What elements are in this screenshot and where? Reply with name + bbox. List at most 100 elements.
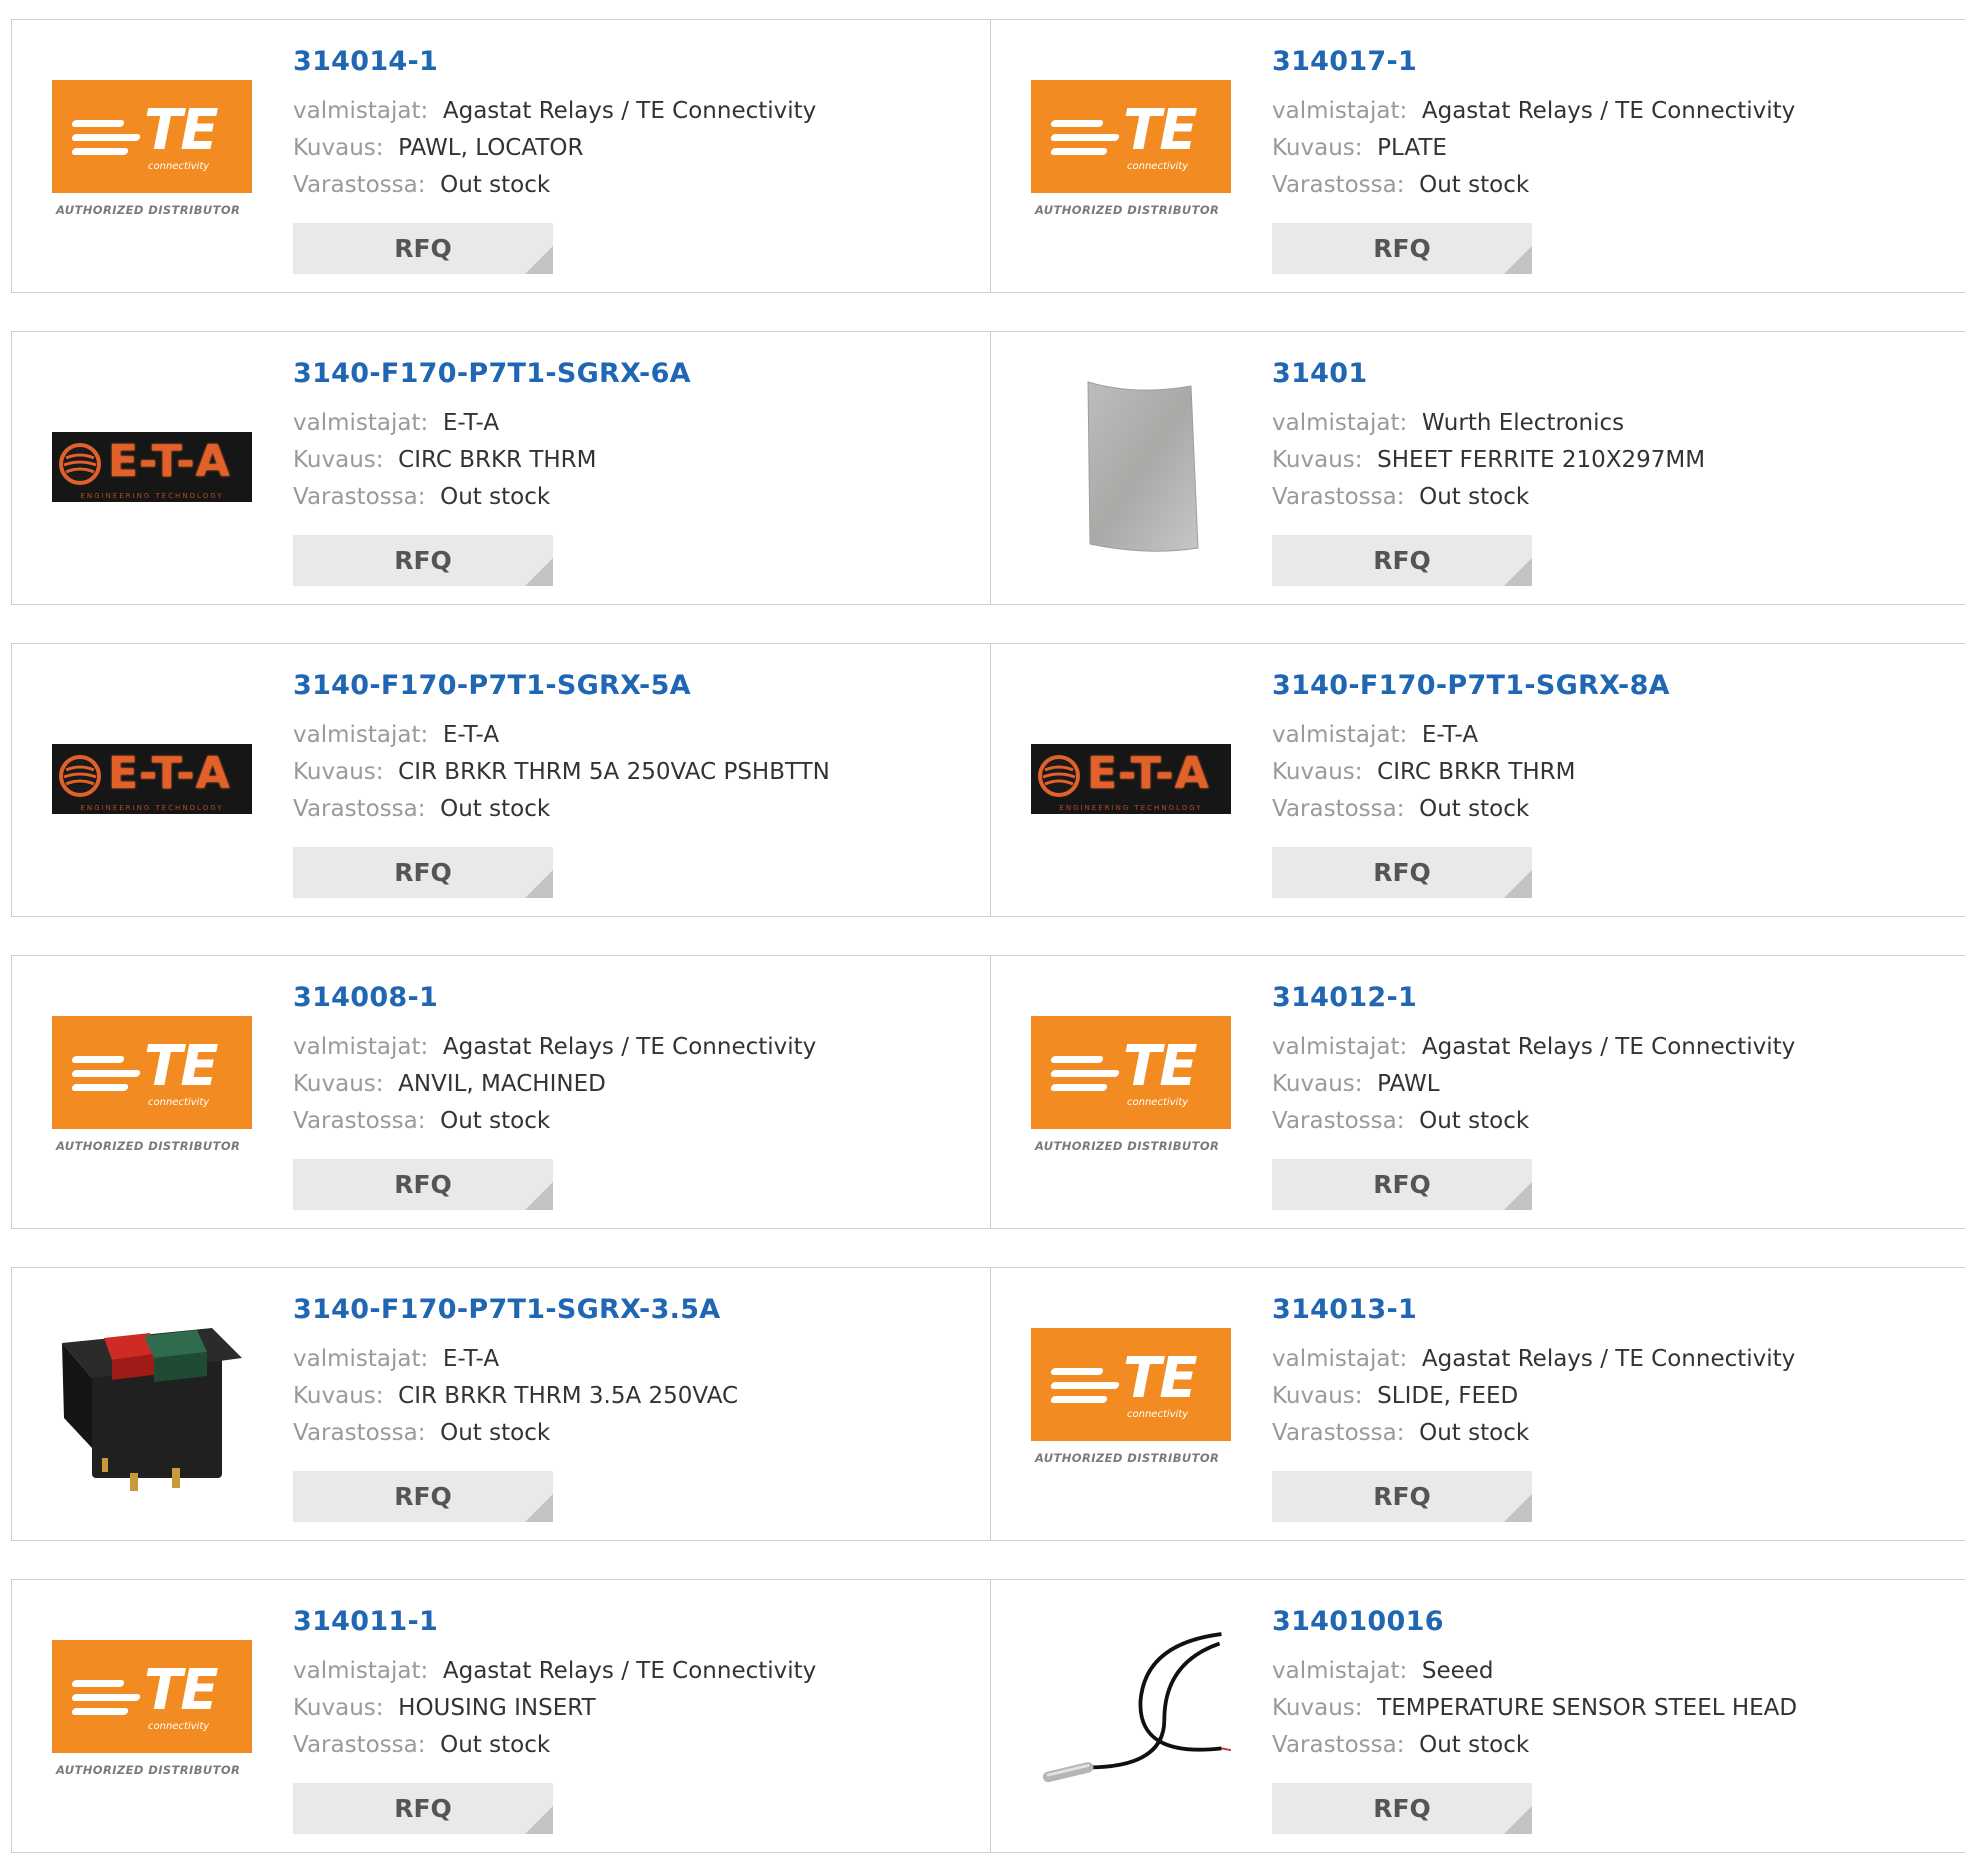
rfq-button[interactable]: RFQ xyxy=(293,535,553,586)
description-row: Kuvaus: SLIDE, FEED xyxy=(1272,1378,1959,1415)
rfq-corner-decoration xyxy=(1504,558,1532,586)
stock-row: Varastossa: Out stock xyxy=(293,791,970,828)
part-number-link[interactable]: 314011-1 xyxy=(293,1608,970,1635)
description-value: SLIDE, FEED xyxy=(1377,1383,1519,1409)
te-logo-background: TE connectivity xyxy=(52,1640,252,1753)
description-row: Kuvaus: PLATE xyxy=(1272,130,1959,167)
description-row: Kuvaus: ANVIL, MACHINED xyxy=(293,1066,970,1103)
part-number-link[interactable]: 3140-F170-P7T1-SGRX-8A xyxy=(1272,672,1959,699)
description-row: Kuvaus: CIRC BRKR THRM xyxy=(1272,754,1959,791)
rfq-corner-decoration xyxy=(525,1182,553,1210)
part-number-link[interactable]: 31401 xyxy=(1272,360,1959,387)
rfq-corner-decoration xyxy=(1504,1182,1532,1210)
part-number-link[interactable]: 314008-1 xyxy=(293,984,970,1011)
product-info: 314011-1 valmistajat: Agastat Relays / T… xyxy=(293,1608,970,1764)
te-logo-text: TE xyxy=(1123,1034,1197,1099)
part-number-link[interactable]: 314017-1 xyxy=(1272,48,1959,75)
te-bars-icon xyxy=(1050,120,1120,162)
te-bars-icon xyxy=(71,1680,141,1722)
rfq-label: RFQ xyxy=(1373,1482,1431,1511)
stock-value: Out stock xyxy=(1419,1108,1530,1134)
eta-logo-text: E-T-A xyxy=(1087,748,1210,799)
part-number-link[interactable]: 3140-F170-P7T1-SGRX-3.5A xyxy=(293,1296,970,1323)
part-number-link[interactable]: 314013-1 xyxy=(1272,1296,1959,1323)
manufacturer-value: E-T-A xyxy=(442,722,500,748)
product-image[interactable]: TE connectivity AUTHORIZED DISTRIBUTOR xyxy=(1031,80,1231,230)
rfq-button[interactable]: RFQ xyxy=(293,1783,553,1834)
stock-row: Varastossa: Out stock xyxy=(293,167,970,204)
part-number-link[interactable]: 3140-F170-P7T1-SGRX-6A xyxy=(293,360,970,387)
rfq-button[interactable]: RFQ xyxy=(1272,1471,1532,1522)
description-row: Kuvaus: CIR BRKR THRM 3.5A 250VAC xyxy=(293,1378,970,1415)
rfq-button[interactable]: RFQ xyxy=(293,223,553,274)
rfq-button[interactable]: RFQ xyxy=(1272,223,1532,274)
te-connectivity-logo: TE connectivity AUTHORIZED DISTRIBUTOR xyxy=(1031,1328,1231,1478)
authorized-distributor-text: AUTHORIZED DISTRIBUTOR xyxy=(56,203,241,217)
manufacturer-value: E-T-A xyxy=(442,410,500,436)
product-info: 314008-1 valmistajat: Agastat Relays / T… xyxy=(293,984,970,1140)
product-image[interactable]: TE connectivity AUTHORIZED DISTRIBUTOR xyxy=(1031,1016,1231,1166)
rfq-button[interactable]: RFQ xyxy=(293,847,553,898)
rfq-button[interactable]: RFQ xyxy=(293,1159,553,1210)
product-image[interactable]: E-T-A ENGINEERING TECHNOLOGY xyxy=(52,704,252,854)
te-logo-background: TE connectivity xyxy=(1031,1016,1231,1129)
description-value: PAWL xyxy=(1377,1071,1440,1097)
manufacturer-value: Wurth Electronics xyxy=(1421,410,1625,436)
rfq-button[interactable]: RFQ xyxy=(1272,847,1532,898)
eta-logo-subtext: ENGINEERING TECHNOLOGY xyxy=(1059,804,1203,812)
rfq-corner-decoration xyxy=(1504,1806,1532,1834)
rfq-button[interactable]: RFQ xyxy=(293,1471,553,1522)
manufacturer-value: Agastat Relays / TE Connectivity xyxy=(1421,98,1796,124)
te-logo-subtext: connectivity xyxy=(1127,1409,1189,1420)
product-card-314010016: 314010016 valmistajat: Seeed Kuvaus: TEM… xyxy=(990,1579,1965,1853)
product-info: 314014-1 valmistajat: Agastat Relays / T… xyxy=(293,48,970,204)
te-bars-icon xyxy=(71,120,141,162)
te-logo-subtext: connectivity xyxy=(1127,1097,1189,1108)
description-label: Kuvaus: xyxy=(1272,1695,1363,1721)
rfq-label: RFQ xyxy=(1373,1170,1431,1199)
product-info: 3140-F170-P7T1-SGRX-6A valmistajat: E-T-… xyxy=(293,360,970,516)
product-card-3140-f170-p7t1-sgrx-3-5a: 3140-F170-P7T1-SGRX-3.5A valmistajat: E-… xyxy=(11,1267,991,1541)
rfq-label: RFQ xyxy=(1373,234,1431,263)
product-image[interactable]: TE connectivity AUTHORIZED DISTRIBUTOR xyxy=(52,1016,252,1166)
product-image[interactable]: E-T-A ENGINEERING TECHNOLOGY xyxy=(52,392,252,542)
stock-value: Out stock xyxy=(440,1420,551,1446)
product-image[interactable]: TE connectivity AUTHORIZED DISTRIBUTOR xyxy=(52,80,252,230)
rfq-button[interactable]: RFQ xyxy=(1272,535,1532,586)
product-card-314013-1: TE connectivity AUTHORIZED DISTRIBUTOR 314… xyxy=(990,1267,1965,1541)
rfq-button[interactable]: RFQ xyxy=(1272,1783,1532,1834)
product-image[interactable]: TE connectivity AUTHORIZED DISTRIBUTOR xyxy=(1031,1328,1231,1478)
part-number-link[interactable]: 314010016 xyxy=(1272,1608,1959,1635)
part-number-link[interactable]: 314012-1 xyxy=(1272,984,1959,1011)
stock-label: Varastossa: xyxy=(293,1420,426,1446)
part-number-link[interactable]: 3140-F170-P7T1-SGRX-5A xyxy=(293,672,970,699)
description-row: Kuvaus: PAWL xyxy=(1272,1066,1959,1103)
te-logo-background: TE connectivity xyxy=(1031,1328,1231,1441)
stock-value: Out stock xyxy=(1419,172,1530,198)
product-image[interactable] xyxy=(1031,1632,1231,1790)
rfq-button[interactable]: RFQ xyxy=(1272,1159,1532,1210)
product-image[interactable] xyxy=(1031,381,1231,552)
rfq-label: RFQ xyxy=(394,546,452,575)
part-number-link[interactable]: 314014-1 xyxy=(293,48,970,75)
stock-value: Out stock xyxy=(440,1732,551,1758)
authorized-distributor-text: AUTHORIZED DISTRIBUTOR xyxy=(1035,1451,1220,1465)
product-image[interactable]: E-T-A ENGINEERING TECHNOLOGY xyxy=(1031,704,1231,854)
eta-logo-text: E-T-A xyxy=(108,436,231,487)
description-label: Kuvaus: xyxy=(293,447,384,473)
product-info: 314013-1 valmistajat: Agastat Relays / T… xyxy=(1272,1296,1959,1452)
product-image[interactable]: TE connectivity AUTHORIZED DISTRIBUTOR xyxy=(52,1640,252,1790)
product-image[interactable] xyxy=(52,1328,252,1491)
te-logo-background: TE connectivity xyxy=(1031,80,1231,193)
description-label: Kuvaus: xyxy=(1272,1383,1363,1409)
manufacturer-row: valmistajat: Agastat Relays / TE Connect… xyxy=(293,93,970,130)
stock-value: Out stock xyxy=(1419,796,1530,822)
rfq-label: RFQ xyxy=(1373,1794,1431,1823)
description-row: Kuvaus: CIRC BRKR THRM xyxy=(293,442,970,479)
product-info: 3140-F170-P7T1-SGRX-8A valmistajat: E-T-… xyxy=(1272,672,1959,828)
product-card-3140-f170-p7t1-sgrx-5a: E-T-A ENGINEERING TECHNOLOGY 3140-F170-P7… xyxy=(11,643,991,917)
manufacturer-label: valmistajat: xyxy=(1272,722,1408,748)
stock-value: Out stock xyxy=(440,484,551,510)
description-value: CIRC BRKR THRM xyxy=(398,447,597,473)
manufacturer-label: valmistajat: xyxy=(293,1346,429,1372)
